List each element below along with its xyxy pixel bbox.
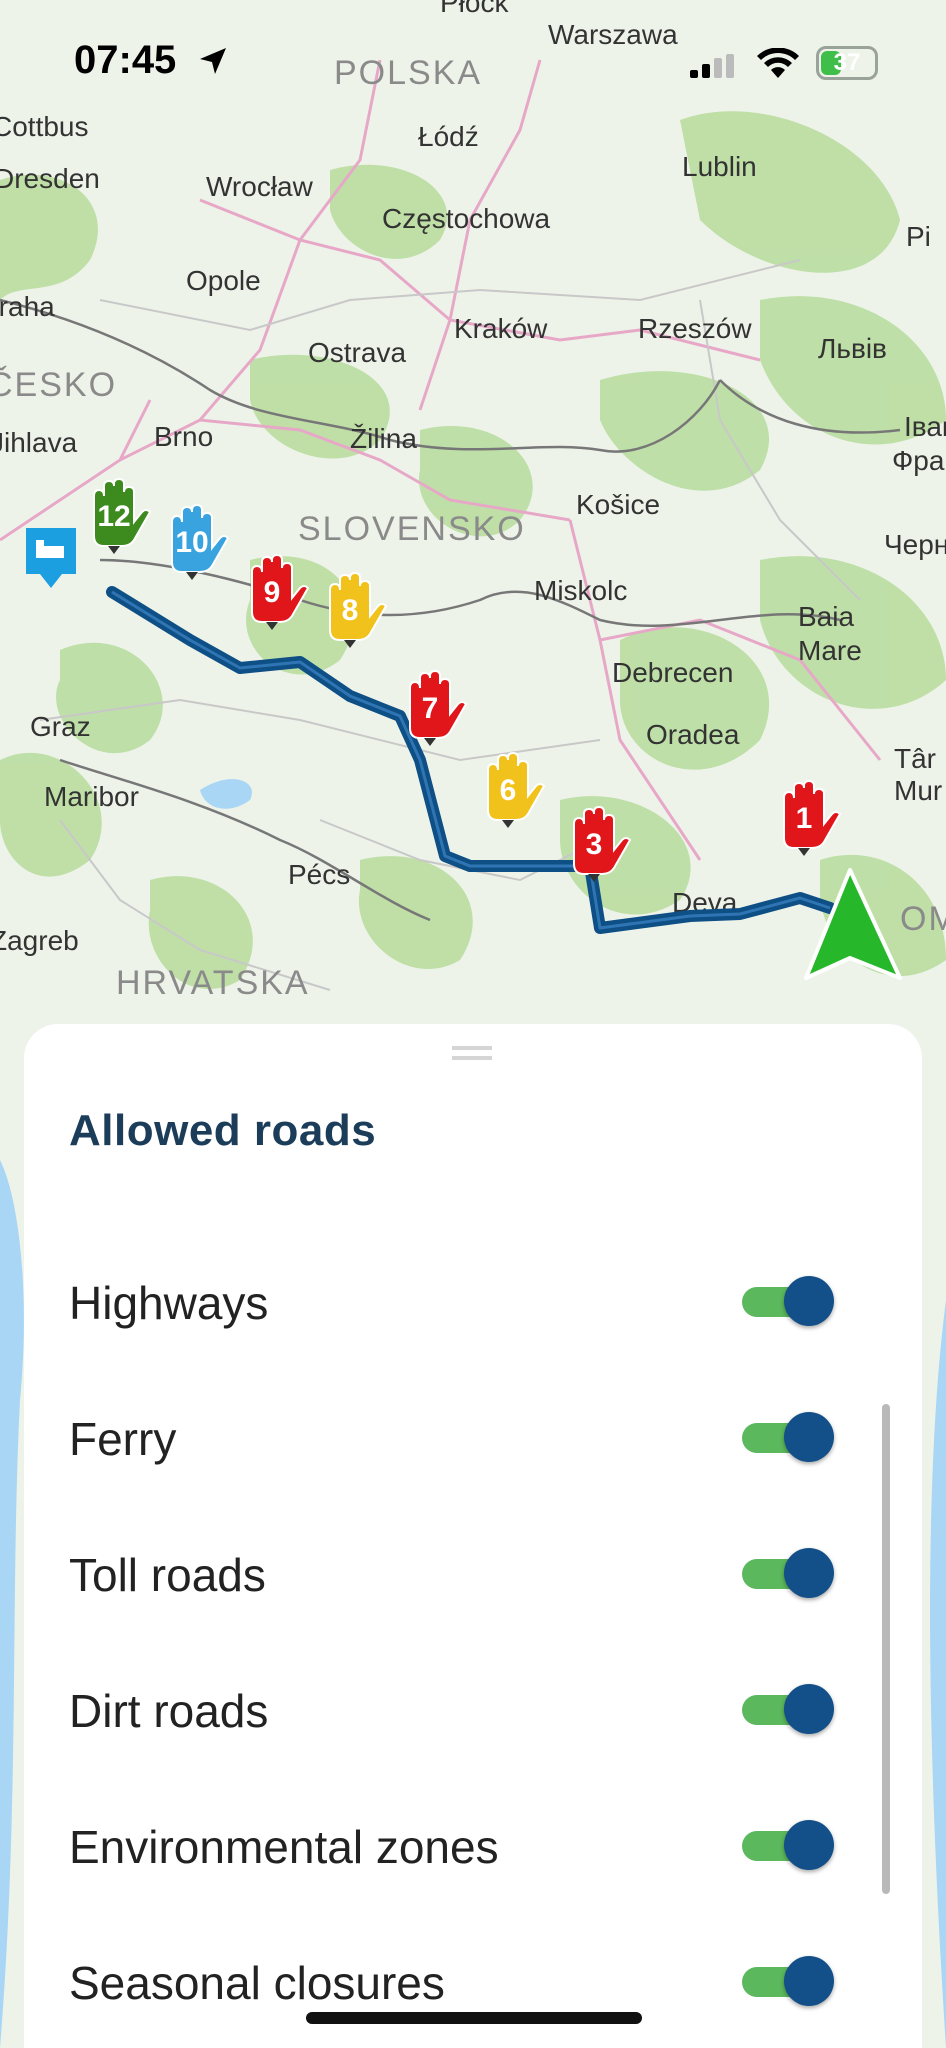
allowed-roads-sheet: Allowed roads Highways Ferry Toll roads … (24, 1024, 922, 2048)
seasonal-closures-toggle[interactable] (742, 1954, 834, 2008)
option-label: Toll roads (69, 1549, 266, 1601)
svg-text:Львів: Львів (818, 333, 887, 364)
option-label: Ferry (69, 1413, 177, 1465)
option-label: Highways (69, 1277, 269, 1329)
svg-text:Opole: Opole (186, 265, 261, 296)
svg-text:ČESKO: ČESKO (0, 366, 117, 404)
svg-text:Łódź: Łódź (418, 121, 479, 152)
svg-text:Zagreb: Zagreb (0, 925, 79, 956)
option-label: Environmental zones (69, 1821, 499, 1873)
waypoint-label: 9 (264, 576, 281, 609)
waypoint-label: 12 (97, 500, 130, 533)
cellular-signal-icon (690, 54, 734, 78)
svg-text:Ostrava: Ostrava (308, 337, 406, 368)
svg-text:Rzeszów: Rzeszów (638, 313, 752, 344)
svg-text:Pi: Pi (906, 221, 931, 252)
waypoint-label: 8 (342, 594, 359, 627)
svg-text:Черні: Черні (884, 529, 946, 560)
svg-text:Pécs: Pécs (288, 859, 350, 890)
waypoint-label: 1 (796, 802, 813, 835)
svg-text:HRVATSKA: HRVATSKA (116, 964, 310, 1002)
svg-text:Târ: Târ (894, 743, 936, 774)
svg-text:Debrecen: Debrecen (612, 657, 733, 688)
scrollbar[interactable] (882, 1404, 890, 1894)
toll-roads-toggle[interactable] (742, 1546, 834, 1600)
svg-text:Wrocław: Wrocław (206, 171, 314, 202)
svg-text:Іван: Іван (904, 411, 946, 442)
sheet-title: Allowed roads (69, 1106, 377, 1155)
svg-text:Фра: Фра (892, 445, 945, 476)
svg-text:Jihlava: Jihlava (0, 427, 78, 458)
option-label: Seasonal closures (69, 1957, 445, 2009)
waypoint-label: 7 (422, 692, 439, 725)
home-indicator[interactable] (306, 2012, 642, 2024)
sheet-grabber[interactable] (452, 1046, 492, 1060)
ferry-toggle[interactable] (742, 1410, 834, 1464)
waypoint-label: 10 (175, 526, 208, 559)
wifi-icon (757, 48, 799, 78)
option-row-ferry[interactable]: Ferry (24, 1388, 922, 1488)
waypoint-label: 6 (500, 774, 517, 807)
option-row-toll-roads[interactable]: Toll roads (24, 1524, 922, 1624)
svg-text:Brno: Brno (154, 421, 213, 452)
svg-text:Maribor: Maribor (44, 781, 139, 812)
clock: 07:45 (74, 38, 177, 82)
dirt-roads-toggle[interactable] (742, 1682, 834, 1736)
waypoint-label: 3 (586, 828, 603, 861)
battery-icon: 37 (816, 46, 878, 80)
svg-text:Žilina: Žilina (350, 423, 417, 454)
svg-text:SLOVENSKO: SLOVENSKO (298, 510, 526, 548)
svg-text:Baia: Baia (798, 601, 854, 632)
location-arrow-icon (200, 48, 226, 74)
svg-text:Kraków: Kraków (454, 313, 548, 344)
option-label: Dirt roads (69, 1685, 269, 1737)
highways-toggle[interactable] (742, 1274, 834, 1328)
svg-text:Dresden: Dresden (0, 163, 100, 194)
svg-text:Graz: Graz (30, 711, 91, 742)
svg-text:Košice: Košice (576, 489, 660, 520)
option-row-highways[interactable]: Highways (24, 1252, 922, 1352)
svg-text:Mare: Mare (798, 635, 862, 666)
svg-text:Oradea: Oradea (646, 719, 740, 750)
svg-text:OMÂ: OMÂ (900, 900, 946, 938)
svg-text:Miskolc: Miskolc (534, 575, 627, 606)
option-row-environmental-zones[interactable]: Environmental zones (24, 1796, 922, 1896)
status-bar: 07:45 37 (0, 0, 946, 120)
svg-text:Częstochowa: Częstochowa (382, 203, 551, 234)
option-row-dirt-roads[interactable]: Dirt roads (24, 1660, 922, 1760)
svg-text:Lublin: Lublin (682, 151, 757, 182)
svg-text:Praha: Praha (0, 291, 55, 322)
battery-level: 37 (833, 49, 861, 76)
svg-text:Mur: Mur (894, 775, 942, 806)
environmental-zones-toggle[interactable] (742, 1818, 834, 1872)
